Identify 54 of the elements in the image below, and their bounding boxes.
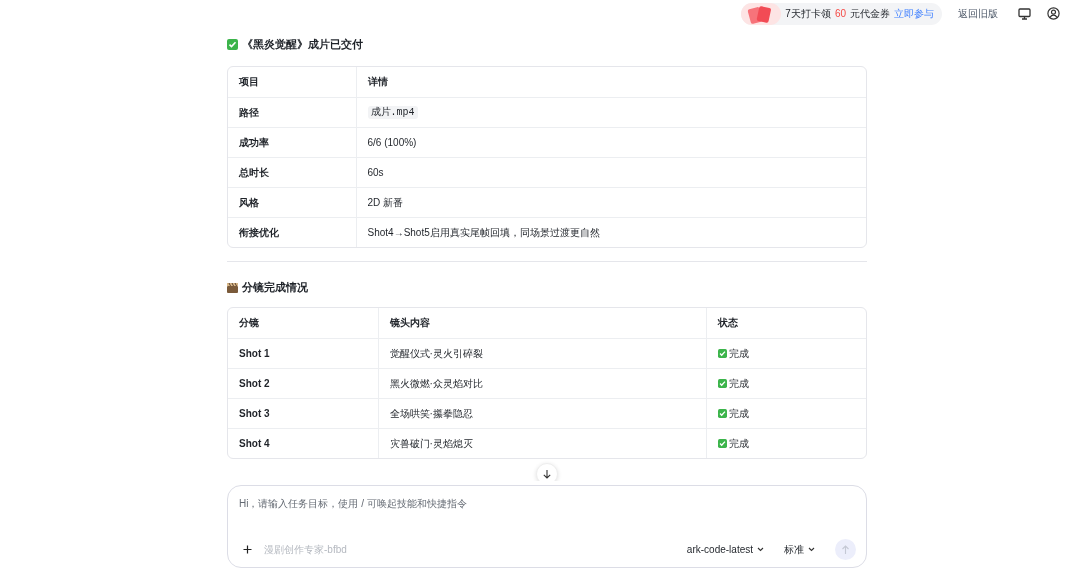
scroll-down-button[interactable] <box>536 463 558 481</box>
down-arrow-icon <box>542 469 552 479</box>
table-cell: 觉醒仪式·灵火引碎裂 <box>378 338 706 368</box>
table-cell: 风格 <box>228 187 356 217</box>
table-cell: 路径 <box>228 97 356 127</box>
monitor-icon[interactable] <box>1018 7 1031 20</box>
table-cell: Shot 3 <box>228 398 378 428</box>
promo-amount: 60 <box>834 7 846 21</box>
message-input[interactable]: Hi，请输入任务目标，使用 / 可唤起技能和快捷指令 <box>239 496 856 511</box>
section-heading: 《黑炎觉醒》成片已交付 <box>242 36 363 52</box>
plus-icon <box>243 545 252 554</box>
column-header: 状态 <box>706 308 866 338</box>
column-header: 项目 <box>228 67 356 97</box>
checkmark-icon <box>717 378 727 388</box>
status-text: 完成 <box>728 347 749 359</box>
file-path: 成片.mp4 <box>367 106 418 119</box>
table-cell: 总时长 <box>228 157 356 187</box>
column-header: 分镜 <box>228 308 378 338</box>
table-cell: 衔接优化 <box>228 217 356 247</box>
checkmark-icon <box>717 408 727 418</box>
promo-text: 元代金券 <box>850 7 890 21</box>
mode-selector[interactable]: 标准 <box>778 542 821 557</box>
promo-text: 7天打卡领 <box>785 7 831 21</box>
agent-name: 漫剧创作专家-bfbd <box>264 543 347 557</box>
table-cell: 黑火微燃·众灵焰对比 <box>378 368 706 398</box>
table-cell: 成功率 <box>228 127 356 157</box>
table-cell: 全场哄笑·攥拳隐忍 <box>378 398 706 428</box>
section-heading: 分镜完成情况 <box>242 279 308 295</box>
user-icon[interactable] <box>1047 7 1060 20</box>
checkmark-icon <box>717 438 727 448</box>
status-text: 完成 <box>728 407 749 419</box>
caret-icon <box>757 547 764 552</box>
old-version-link[interactable]: 返回旧版 <box>958 6 998 21</box>
up-arrow-icon <box>841 544 850 555</box>
status-text: 完成 <box>728 437 749 449</box>
column-header: 详情 <box>356 67 866 97</box>
caret-icon <box>808 547 815 552</box>
join-link[interactable]: 立即参与 <box>894 6 934 21</box>
table-cell: Shot 2 <box>228 368 378 398</box>
clapperboard-icon <box>227 281 238 293</box>
checkmark-icon <box>717 348 727 358</box>
checkmark-icon <box>227 38 238 50</box>
promo-banner[interactable]: 7天打卡领 60 元代金券 立即参与 <box>741 2 942 25</box>
table-cell: 2D 新番 <box>356 187 866 217</box>
model-selector[interactable]: ark-code-latest <box>680 542 770 557</box>
table-cell: 灾兽破门·灵焰熄灭 <box>378 428 706 458</box>
column-header: 镜头内容 <box>378 308 706 338</box>
table-cell: 60s <box>356 157 866 187</box>
table-cell: Shot 4 <box>228 428 378 458</box>
coupon-icon <box>741 2 782 25</box>
table-cell: Shot 1 <box>228 338 378 368</box>
status-text: 完成 <box>728 377 749 389</box>
table-cell: Shot4→Shot5启用真实尾帧回填，同场景过渡更自然 <box>356 217 866 247</box>
table-cell: 6/6 (100%) <box>356 127 866 157</box>
